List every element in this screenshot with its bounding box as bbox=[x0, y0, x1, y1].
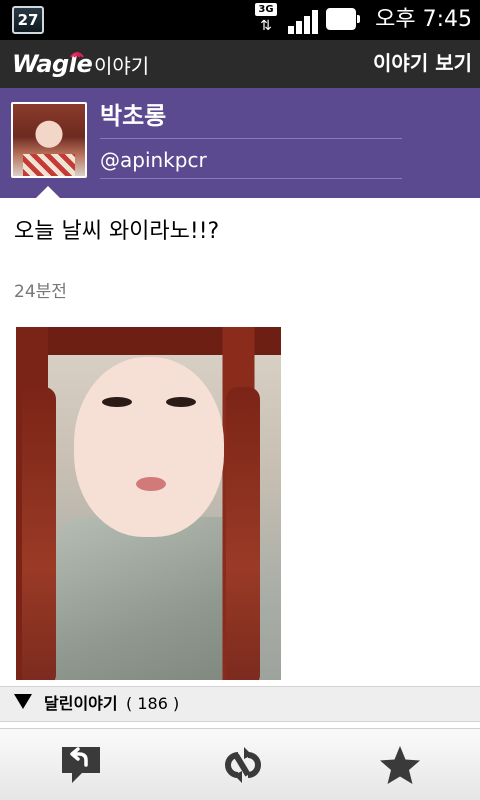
battery-icon bbox=[326, 8, 360, 30]
calendar-icon: 27 bbox=[12, 6, 44, 34]
replies-toggle[interactable]: 달린이야기 ( 186 ) bbox=[0, 686, 480, 722]
photo-face bbox=[74, 357, 224, 537]
profile-header[interactable]: 박초롱 @apinkpcr bbox=[0, 88, 480, 198]
data-activity-icon: ⇅ bbox=[260, 18, 272, 34]
post-text: 오늘 날씨 와이라노!!? bbox=[14, 219, 220, 244]
favorite-button[interactable] bbox=[370, 737, 430, 793]
app-bar: Wagle 이야기 이야기 보기 bbox=[0, 40, 480, 88]
expand-triangle-icon bbox=[14, 694, 32, 709]
signal-icon bbox=[288, 8, 320, 34]
calendar-day: 27 bbox=[17, 11, 39, 29]
photo-lips bbox=[136, 477, 166, 491]
replies-label: 달린이야기 bbox=[44, 694, 118, 713]
retweet-icon bbox=[225, 747, 261, 783]
app-logo[interactable]: Wagle 이야기 bbox=[12, 48, 172, 80]
avatar[interactable] bbox=[11, 102, 87, 178]
reply-icon bbox=[62, 747, 100, 783]
replies-count: ( 186 ) bbox=[126, 694, 180, 713]
network-type-icon: 3G bbox=[255, 3, 277, 16]
photo-eye-left bbox=[102, 397, 132, 407]
avatar-scarf bbox=[23, 154, 75, 176]
status-bar: 27 3G ⇅ 오후 7:45 bbox=[0, 0, 480, 40]
view-story-button[interactable]: 이야기 보기 bbox=[373, 49, 472, 77]
photo-hair-strand-left bbox=[22, 387, 56, 680]
status-time: 오후 7:45 bbox=[375, 7, 472, 32]
display-name: 박초롱 bbox=[100, 100, 402, 139]
user-handle: @apinkpcr bbox=[100, 146, 402, 179]
photo-eye-right bbox=[166, 397, 196, 407]
retweet-button[interactable] bbox=[210, 737, 270, 793]
photo-hair-strand-right bbox=[226, 387, 260, 680]
post-timestamp: 24분전 bbox=[14, 282, 67, 302]
logo-subtitle: 이야기 bbox=[94, 54, 150, 78]
star-icon bbox=[380, 746, 420, 784]
post-photo[interactable] bbox=[16, 327, 281, 680]
bottom-toolbar bbox=[0, 728, 480, 800]
logo-wave-icon bbox=[70, 52, 84, 58]
reply-button[interactable] bbox=[50, 737, 110, 793]
header-pointer bbox=[36, 186, 60, 198]
